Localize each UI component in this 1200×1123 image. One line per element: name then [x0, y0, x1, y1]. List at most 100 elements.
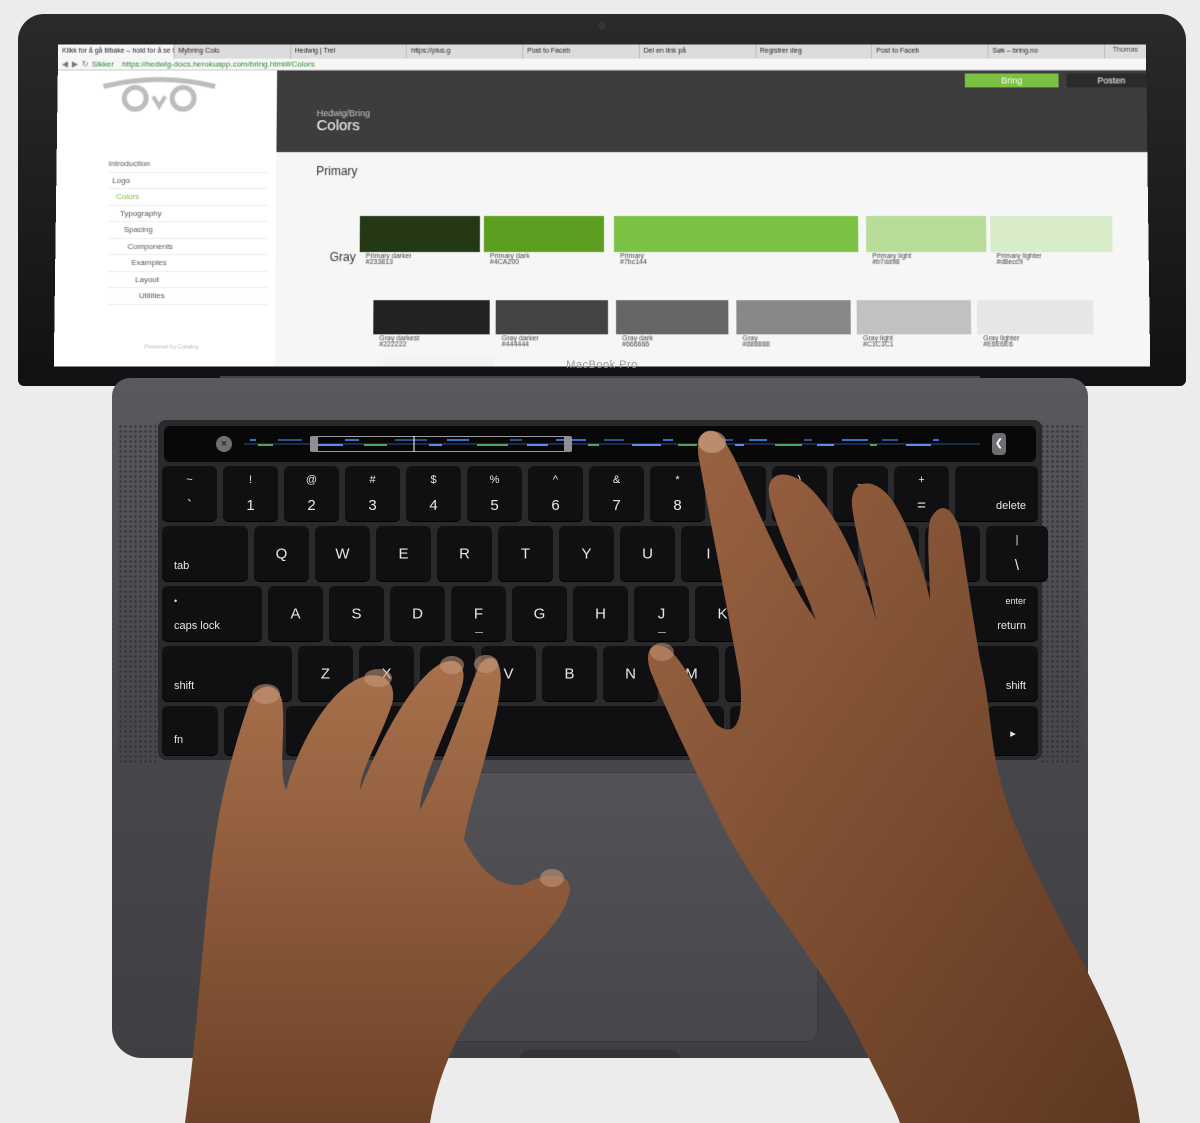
key-9[interactable]: ( 9 [711, 466, 766, 522]
key-o[interactable]: O [742, 526, 797, 582]
key-i[interactable]: I [681, 526, 736, 582]
key-b[interactable]: B [542, 646, 597, 702]
browser-tab[interactable]: Post to Faceb [523, 45, 639, 59]
key-glyph: T [498, 546, 553, 563]
tab-key[interactable]: tab [162, 526, 248, 582]
arrow-down-key[interactable] [928, 732, 982, 756]
key-z[interactable]: Z [298, 646, 353, 702]
shift-right-key[interactable]: shift [908, 646, 1038, 702]
key-8[interactable]: * 8 [650, 466, 705, 522]
key-p[interactable]: P [803, 526, 858, 582]
forward-icon[interactable]: ▶ [72, 60, 78, 69]
arrow-up-key[interactable] [928, 706, 982, 730]
key-3[interactable]: # 3 [345, 466, 400, 522]
touchbar-scrubber[interactable] [244, 436, 980, 452]
nav-item[interactable]: Examples [107, 255, 267, 272]
key-][interactable]: } ] [925, 526, 980, 582]
powered-by[interactable]: Powered by Catalog [144, 344, 198, 350]
key-'[interactable]: " ' [878, 586, 933, 642]
browser-tab[interactable]: Søk – bring.no [988, 45, 1104, 59]
key-t[interactable]: T [498, 526, 553, 582]
key-k[interactable]: K [695, 586, 750, 642]
key-2[interactable]: @ 2 [284, 466, 339, 522]
url-text[interactable]: https://hedwig-docs.herokuapp.com/bring.… [122, 60, 315, 69]
key-u[interactable]: U [620, 526, 675, 582]
browser-tab[interactable]: Post to Faceb [872, 45, 988, 59]
browser-tab[interactable]: https://plus.g [407, 45, 523, 59]
key-f[interactable]: F [451, 586, 506, 642]
close-icon[interactable]: × [216, 436, 232, 452]
nav-item[interactable]: Layout [107, 272, 267, 289]
key-;[interactable]: : ; [817, 586, 872, 642]
key-=[interactable]: + = [894, 466, 949, 522]
key-.[interactable]: > . [786, 646, 841, 702]
tab-bring[interactable]: Bring [965, 74, 1059, 88]
control-key[interactable] [224, 706, 280, 756]
delete-key[interactable]: delete [955, 466, 1038, 522]
key--[interactable]: _ - [833, 466, 888, 522]
space-bar[interactable] [424, 706, 724, 756]
browser-tab[interactable]: Mybring Colo [174, 45, 290, 59]
caps-lock-key[interactable]: • caps lock [162, 586, 262, 642]
nav-item[interactable]: Logo [108, 173, 268, 189]
arrow-left-key[interactable] [868, 706, 922, 730]
key-[[interactable]: { [ [864, 526, 919, 582]
key-l[interactable]: L [756, 586, 811, 642]
key-r[interactable]: R [437, 526, 492, 582]
key-1[interactable]: ! 1 [223, 466, 278, 522]
reload-icon[interactable]: ↻ [82, 60, 89, 69]
key-n[interactable]: N [603, 646, 658, 702]
nav-item[interactable]: Typography [108, 205, 268, 221]
browser-user[interactable]: Thomas [1105, 45, 1146, 59]
key-5[interactable]: % 5 [467, 466, 522, 522]
key-\[interactable]: | \ [986, 526, 1048, 582]
return-key[interactable]: enter return [939, 586, 1038, 642]
key-d[interactable]: D [390, 586, 445, 642]
key-h[interactable]: H [573, 586, 628, 642]
trackpad[interactable] [440, 772, 818, 1042]
touch-bar[interactable]: × ❮ [164, 426, 1036, 462]
nav-item[interactable]: Utilities [107, 288, 268, 305]
key-7[interactable]: & 7 [589, 466, 644, 522]
key-4[interactable]: $ 4 [406, 466, 461, 522]
key-6[interactable]: ^ 6 [528, 466, 583, 522]
fn-key[interactable]: fn [162, 706, 218, 756]
nav-item[interactable]: Components [107, 239, 267, 256]
browser-tab[interactable]: Hedwig | Trel [291, 45, 407, 59]
key-j[interactable]: J [634, 586, 689, 642]
key-e[interactable]: E [376, 526, 431, 582]
key-s[interactable]: S [329, 586, 384, 642]
nav-item-active[interactable]: Colors [108, 189, 268, 205]
key-q[interactable]: Q [254, 526, 309, 582]
model-label: MacBook Pro [18, 359, 1186, 371]
option-right-key[interactable] [806, 706, 862, 756]
key-,[interactable]: < , [725, 646, 780, 702]
nav-item[interactable]: Spacing [108, 222, 268, 239]
command-right-key[interactable]: ⌘ [730, 706, 800, 756]
key-`[interactable]: ~ ` [162, 466, 217, 522]
key-m[interactable]: M [664, 646, 719, 702]
arrow-right-key[interactable]: ▸ [988, 706, 1038, 756]
shift-left-key[interactable]: shift [162, 646, 292, 702]
scrubber-mark [588, 444, 599, 446]
option-key[interactable] [286, 706, 342, 756]
address-bar[interactable]: ◀ ▶ ↻ Sikker https://hedwig-docs.herokua… [58, 59, 1146, 71]
key-a[interactable]: A [268, 586, 323, 642]
command-left-key[interactable] [348, 706, 418, 756]
key-v[interactable]: V [481, 646, 536, 702]
key-/[interactable]: ? / [847, 646, 902, 702]
browser-tab[interactable]: Registrer deg [756, 45, 872, 59]
browser-tab[interactable]: Klikk for å gå tilbake – hold for å se l… [58, 45, 174, 59]
tab-posten[interactable]: Posten [1066, 74, 1150, 88]
key-0[interactable]: ) 0 [772, 466, 827, 522]
key-w[interactable]: W [315, 526, 370, 582]
chevron-left-icon[interactable]: ❮ [992, 433, 1006, 455]
key-y[interactable]: Y [559, 526, 614, 582]
key-x[interactable]: X [359, 646, 414, 702]
key-glyph: / [847, 677, 902, 694]
browser-tab[interactable]: Del en link på [640, 45, 756, 59]
nav-item[interactable]: Introduction [108, 156, 268, 172]
key-c[interactable]: C [420, 646, 475, 702]
back-icon[interactable]: ◀ [62, 60, 68, 69]
key-g[interactable]: G [512, 586, 567, 642]
